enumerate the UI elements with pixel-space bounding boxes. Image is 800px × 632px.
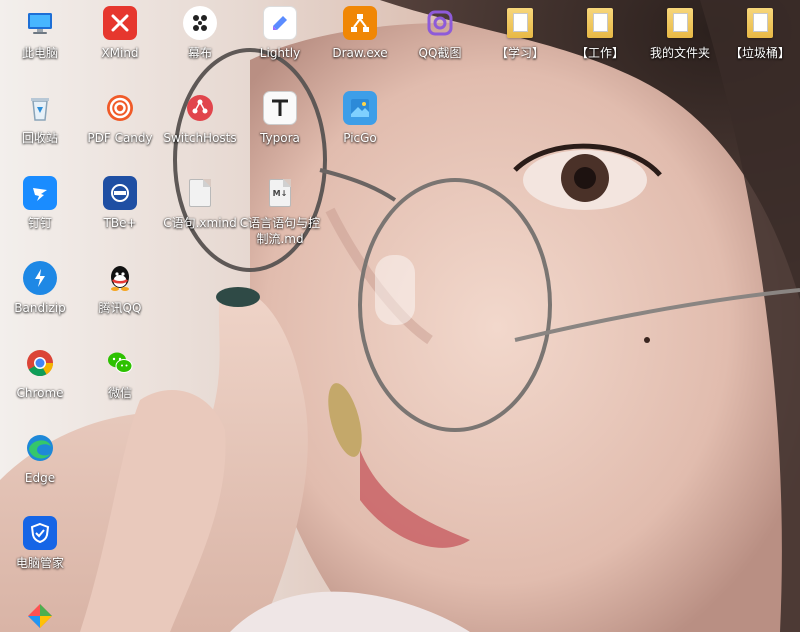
folder-icon bbox=[503, 6, 537, 40]
desktop-icon-typora[interactable]: Typora bbox=[240, 85, 320, 165]
desktop-icon-label: QQ截图 bbox=[418, 46, 462, 60]
desktop-icon-wechat[interactable]: 微信 bbox=[80, 340, 160, 420]
desktop-icon-label: Lightly bbox=[259, 46, 301, 60]
folder-icon bbox=[743, 6, 777, 40]
desktop-icon-tbe[interactable]: TBe+ bbox=[80, 170, 160, 250]
desktop-icon-label: SwitchHosts bbox=[163, 131, 237, 145]
desktop-icon-label: TBe+ bbox=[103, 216, 137, 230]
edge-icon bbox=[23, 431, 57, 465]
desktop-icon-label: 【垃圾桶】 bbox=[729, 46, 790, 60]
desktop-icon-label: Typora bbox=[260, 131, 300, 145]
desktop-icon-label: 【工作】 bbox=[575, 46, 624, 60]
desktop-icon-label: 【学习】 bbox=[495, 46, 544, 60]
desktop-icon-bandizip[interactable]: Bandizip bbox=[0, 255, 80, 335]
desktop-icon-qq-screenshot[interactable]: QQ截图 bbox=[400, 0, 480, 80]
desktop-icon-label: XMind bbox=[101, 46, 139, 60]
desktop-icon-label: Bandizip bbox=[14, 301, 66, 315]
recycle-bin-icon bbox=[23, 91, 57, 125]
desktop-icon-label: 幕布 bbox=[187, 46, 212, 60]
desktop-icon-pdf-candy[interactable]: PDF Candy bbox=[80, 85, 160, 165]
desktop-icon-label: 此电脑 bbox=[21, 46, 58, 60]
lightly-icon bbox=[263, 6, 297, 40]
wechat-icon bbox=[103, 346, 137, 380]
desktop-icon-tencent-qq[interactable]: 腾讯QQ bbox=[80, 255, 160, 335]
picgo-icon bbox=[343, 91, 377, 125]
desktop-icon-mubu[interactable]: 幕布 bbox=[160, 0, 240, 80]
desktop-icon-lightly[interactable]: Lightly bbox=[240, 0, 320, 80]
desktop-icon-picgo[interactable]: PicGo bbox=[320, 85, 400, 165]
desktop-icon-label: PDF Candy bbox=[87, 131, 153, 145]
tbe-icon bbox=[103, 176, 137, 210]
camera-icon bbox=[423, 6, 457, 40]
desktop-icon-c-xmind[interactable]: C语句.xmind bbox=[160, 170, 240, 250]
desktop-icon-label: Edge bbox=[24, 471, 56, 485]
desktop-icon-my-files[interactable]: 我的文件夹 bbox=[640, 0, 720, 80]
desktop-icon-edge[interactable]: Edge bbox=[0, 425, 80, 505]
desktop-icon-label: 电脑管家 bbox=[15, 556, 64, 570]
desktop-icon-this-pc[interactable]: 此电脑 bbox=[0, 0, 80, 80]
bandizip-icon bbox=[23, 261, 57, 295]
desktop-icon-dingtalk[interactable]: 钉钉 bbox=[0, 170, 80, 250]
desktop-icon-label: Draw.exe bbox=[332, 46, 388, 60]
dingtalk-icon bbox=[23, 176, 57, 210]
desktop-icon-chrome[interactable]: Chrome bbox=[0, 340, 80, 420]
desktop-icon-partial-app[interactable] bbox=[0, 595, 80, 632]
xmind-icon bbox=[103, 6, 137, 40]
pdf-candy-icon bbox=[103, 91, 137, 125]
file-icon bbox=[183, 176, 217, 210]
desktop-icon-recycle-bin[interactable]: 回收站 bbox=[0, 85, 80, 165]
desktop-icon-label: 钉钉 bbox=[27, 216, 52, 230]
desktop-icon-label: 腾讯QQ bbox=[98, 301, 142, 315]
desktop-icon-drawio[interactable]: Draw.exe bbox=[320, 0, 400, 80]
folder-icon bbox=[583, 6, 617, 40]
desktop-icon-label: C语言语句与控制流.md bbox=[239, 216, 321, 246]
markdown-file-icon: M↓ bbox=[263, 176, 297, 210]
switchhosts-icon bbox=[183, 91, 217, 125]
colorful-app-icon bbox=[23, 601, 57, 631]
folder-icon bbox=[663, 6, 697, 40]
desktop-icon-switchhosts[interactable]: SwitchHosts bbox=[160, 85, 240, 165]
computer-icon bbox=[23, 6, 57, 40]
desktop-icon-label: 我的文件夹 bbox=[649, 46, 710, 60]
desktop-icon-work[interactable]: 【工作】 bbox=[560, 0, 640, 80]
desktop-icon-xmind[interactable]: XMind bbox=[80, 0, 160, 80]
shield-icon bbox=[23, 516, 57, 550]
desktop-icon-label: 回收站 bbox=[21, 131, 58, 145]
qq-icon bbox=[103, 261, 137, 295]
chrome-icon bbox=[23, 346, 57, 380]
desktop-icon-c-md[interactable]: M↓ C语言语句与控制流.md bbox=[240, 170, 320, 250]
typora-icon bbox=[263, 91, 297, 125]
desktop-icon-label: PicGo bbox=[343, 131, 377, 145]
desktop-icon-label: 微信 bbox=[107, 386, 132, 400]
desktop-icon-pc-manager[interactable]: 电脑管家 bbox=[0, 510, 80, 590]
desktop-icon-label: Chrome bbox=[16, 386, 64, 400]
mubu-icon bbox=[183, 6, 217, 40]
desktop-icon-label: C语句.xmind bbox=[163, 216, 237, 230]
drawio-icon bbox=[343, 6, 377, 40]
desktop-icon-trash-folder[interactable]: 【垃圾桶】 bbox=[720, 0, 800, 80]
desktop-icon-study[interactable]: 【学习】 bbox=[480, 0, 560, 80]
